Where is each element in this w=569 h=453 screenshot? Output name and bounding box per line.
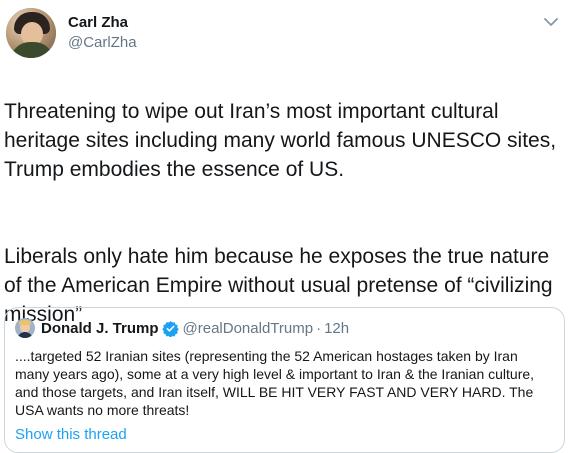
- quoted-tweet[interactable]: Donald J. Trump @realDonaldTrump · 12h .…: [4, 307, 565, 453]
- quoted-tweet-header: Donald J. Trump @realDonaldTrump · 12h: [15, 317, 554, 339]
- author-avatar[interactable]: [6, 8, 56, 58]
- quoted-author-avatar[interactable]: [15, 318, 35, 338]
- author-display-name[interactable]: Carl Zha: [68, 13, 137, 33]
- tweet-card: Carl Zha @CarlZha Threatening to wipe ou…: [0, 0, 569, 453]
- verified-badge-icon: [161, 320, 179, 337]
- author-handle[interactable]: @CarlZha: [68, 33, 137, 53]
- quoted-avatar-hair: [19, 320, 31, 325]
- show-thread-link[interactable]: Show this thread: [15, 426, 127, 443]
- author-names: Carl Zha @CarlZha: [68, 13, 137, 53]
- quoted-tweet-time[interactable]: 12h: [324, 320, 349, 337]
- tweet-header: Carl Zha @CarlZha: [6, 8, 137, 58]
- chevron-down-icon: [544, 17, 558, 26]
- quoted-avatar-suit: [17, 332, 33, 338]
- more-options-button[interactable]: [541, 12, 561, 32]
- timestamp-separator: ·: [316, 319, 322, 337]
- quoted-author-name[interactable]: Donald J. Trump: [41, 320, 159, 337]
- quoted-tweet-text: ....targeted 52 Iranian sites (represent…: [15, 348, 535, 418]
- quoted-author-handle[interactable]: @realDonaldTrump: [183, 320, 314, 337]
- tweet-paragraph: Threatening to wipe out Iran’s most impo…: [4, 100, 557, 181]
